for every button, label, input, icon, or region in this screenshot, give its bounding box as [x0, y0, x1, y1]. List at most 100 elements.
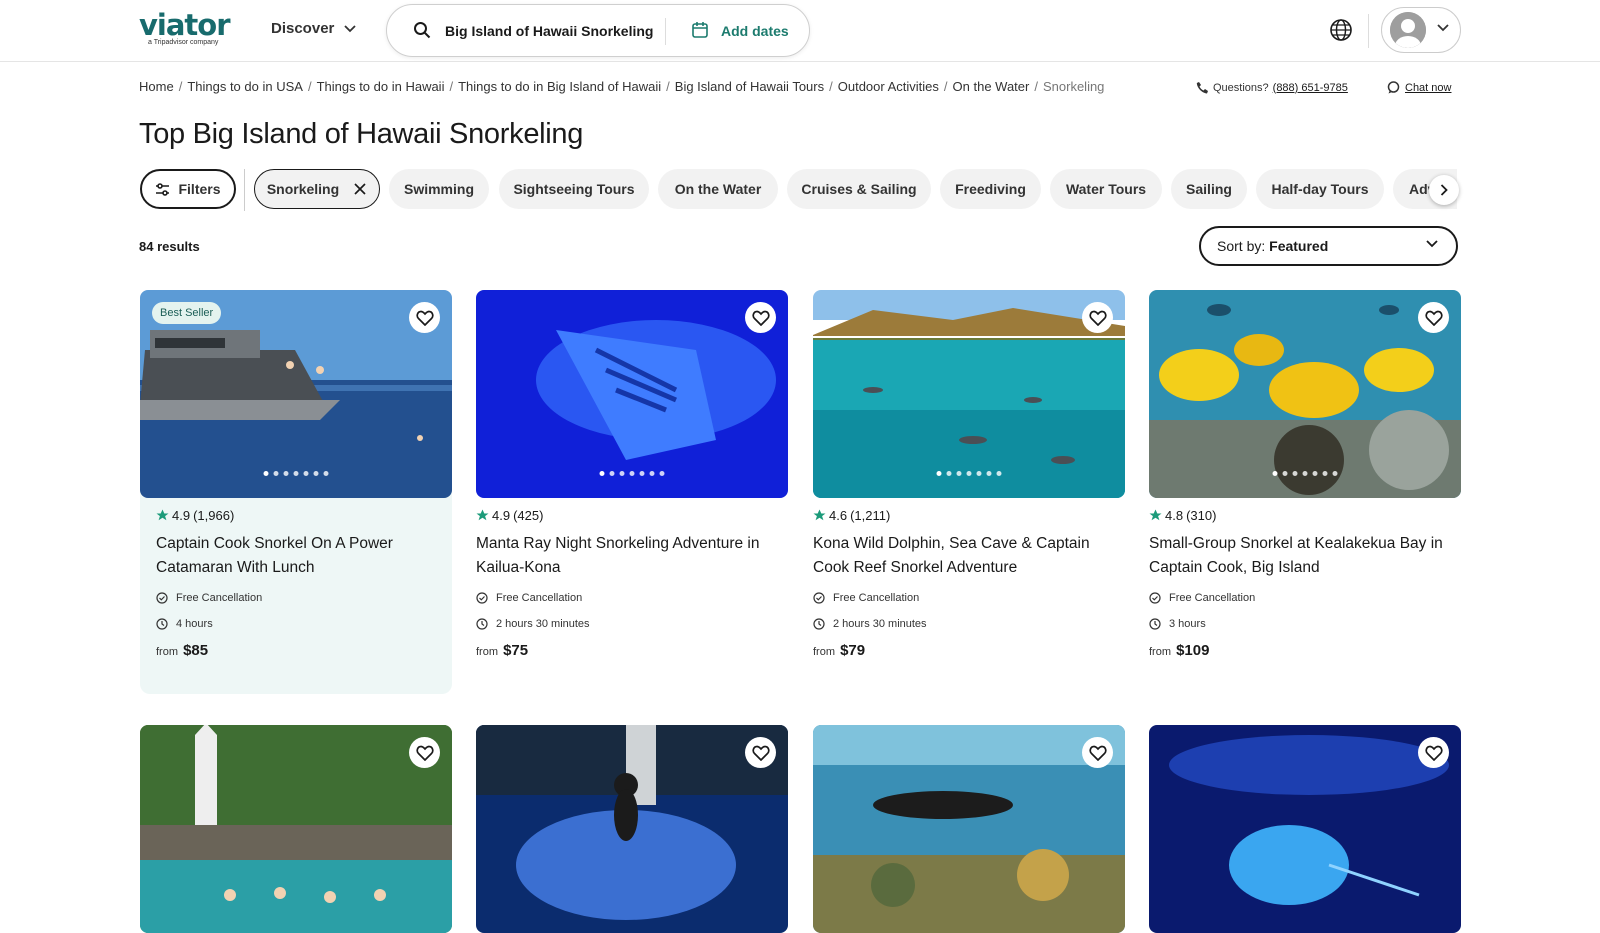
card-rating: 4.9 (425): [476, 508, 543, 523]
card-rating: 4.6 (1,211): [813, 508, 890, 523]
free-cancellation: Free Cancellation: [1149, 592, 1255, 604]
heart-icon[interactable]: [409, 737, 440, 768]
card-image[interactable]: Best Seller: [140, 290, 452, 498]
chip-label: Sailing: [1186, 181, 1232, 197]
card-title[interactable]: Small-Group Snorkel at Kealakekua Bay in…: [1149, 532, 1449, 580]
review-count: (310): [1186, 508, 1217, 523]
card-image[interactable]: [476, 290, 788, 498]
card-image[interactable]: [476, 725, 788, 933]
chevron-right-icon: [1440, 184, 1448, 196]
duration: 2 hours 30 minutes: [813, 618, 927, 630]
star-icon: [1149, 509, 1162, 521]
search-icon: [414, 22, 431, 39]
duration: 4 hours: [156, 618, 213, 630]
search-input[interactable]: Big Island of Hawaii Snorkeling: [445, 23, 653, 39]
carousel-dots: [1272, 471, 1338, 476]
chip-half-day-tours[interactable]: Half-day Tours: [1256, 169, 1384, 209]
card-rating: 4.9 (1,966): [156, 508, 234, 523]
card-image[interactable]: [813, 290, 1125, 498]
heart-icon[interactable]: [745, 302, 776, 333]
account-menu[interactable]: [1381, 7, 1461, 53]
heart-icon[interactable]: [1082, 302, 1113, 333]
duration: 2 hours 30 minutes: [476, 618, 590, 630]
check-circle-icon: [156, 592, 168, 604]
breadcrumb-hawaii[interactable]: Things to do in Hawaii: [317, 79, 445, 94]
search-divider: [665, 18, 666, 45]
chip-swimming[interactable]: Swimming: [389, 169, 489, 209]
price-value: $75: [503, 642, 529, 659]
clock-icon: [476, 618, 488, 630]
free-cancellation: Free Cancellation: [476, 592, 582, 604]
chip-snorkeling[interactable]: Snorkeling: [254, 169, 380, 209]
sort-value: Featured: [1269, 238, 1329, 254]
review-count: (1,211): [850, 508, 891, 523]
close-icon[interactable]: [353, 182, 367, 196]
heart-icon[interactable]: [1418, 737, 1449, 768]
breadcrumb-tours[interactable]: Big Island of Hawaii Tours: [675, 79, 824, 94]
carousel-dots: [936, 471, 1002, 476]
search-bar[interactable]: Big Island of Hawaii Snorkeling Add date…: [386, 4, 810, 57]
card-image[interactable]: [1149, 290, 1461, 498]
breadcrumb-outdoor[interactable]: Outdoor Activities: [838, 79, 939, 94]
avatar: [1390, 12, 1426, 48]
chip-label: Water Tours: [1065, 181, 1147, 197]
card-image[interactable]: [140, 725, 452, 933]
sort-dropdown[interactable]: Sort by: Featured: [1199, 226, 1458, 266]
filter-icon: [156, 182, 170, 196]
filters-button[interactable]: Filters: [140, 169, 236, 209]
discover-menu[interactable]: Discover: [271, 20, 357, 37]
star-icon: [156, 509, 169, 521]
chip-label: Snorkeling: [266, 181, 340, 197]
chip-freediving[interactable]: Freediving: [940, 169, 1041, 209]
heart-icon[interactable]: [1082, 737, 1113, 768]
star-icon: [813, 509, 826, 521]
review-count: (425): [513, 508, 544, 523]
chevron-down-icon: [1437, 24, 1449, 32]
chat-icon: [1387, 81, 1400, 94]
chip-sailing[interactable]: Sailing: [1171, 169, 1247, 209]
clock-icon: [1149, 618, 1161, 630]
chip-label: Sightseeing Tours: [513, 181, 635, 197]
breadcrumb: Home / Things to do in USA / Things to do …: [139, 79, 1105, 94]
chip-water-tours[interactable]: Water Tours: [1050, 169, 1162, 209]
breadcrumb-on-the-water[interactable]: On the Water: [953, 79, 1030, 94]
filter-chips: Filters Snorkeling Swimming Sightseeing …: [139, 169, 1457, 211]
product-card[interactable]: Best Seller 4.9 (1,966) Captain Cook Sno…: [140, 290, 452, 694]
add-dates-button[interactable]: Add dates: [721, 23, 789, 39]
best-seller-badge: Best Seller: [152, 302, 222, 324]
chips-next-button[interactable]: [1429, 175, 1459, 205]
card-title[interactable]: Captain Cook Snorkel On A Power Catamara…: [156, 532, 456, 580]
card-price: from $75: [476, 642, 529, 659]
chip-label: Freediving: [955, 181, 1026, 197]
globe-icon[interactable]: [1329, 18, 1353, 42]
help-contact: Questions? (888) 651-9785: [1196, 81, 1348, 94]
rating-value: 4.9: [172, 508, 191, 523]
heart-icon[interactable]: [1418, 302, 1449, 333]
phone-link[interactable]: (888) 651-9785: [1273, 82, 1348, 94]
breadcrumb-usa[interactable]: Things to do in USA: [187, 79, 303, 94]
top-navigation: viator a Tripadvisor company Discover Bi…: [0, 0, 1600, 62]
chat-now-link[interactable]: Chat now: [1387, 81, 1451, 94]
price-value: $109: [1176, 642, 1210, 659]
card-image[interactable]: [1149, 725, 1461, 933]
breadcrumb-big-island[interactable]: Things to do in Big Island of Hawaii: [458, 79, 661, 94]
breadcrumb-home[interactable]: Home: [139, 79, 174, 94]
chip-cruises-sailing[interactable]: Cruises & Sailing: [787, 169, 931, 209]
rating-value: 4.8: [1165, 508, 1184, 523]
card-title[interactable]: Kona Wild Dolphin, Sea Cave & Captain Co…: [813, 532, 1113, 580]
card-image[interactable]: [813, 725, 1125, 933]
chip-sightseeing-tours[interactable]: Sightseeing Tours: [499, 169, 649, 209]
rating-value: 4.6: [829, 508, 848, 523]
rating-value: 4.9: [492, 508, 511, 523]
chip-label: On the Water: [674, 181, 762, 197]
duration: 3 hours: [1149, 618, 1206, 630]
check-circle-icon: [1149, 592, 1161, 604]
viator-logo[interactable]: viator a Tripadvisor company: [139, 10, 243, 50]
clock-icon: [156, 618, 168, 630]
heart-icon[interactable]: [409, 302, 440, 333]
chip-on-the-water[interactable]: On the Water: [658, 169, 778, 209]
heart-icon[interactable]: [745, 737, 776, 768]
free-cancellation: Free Cancellation: [156, 592, 262, 604]
card-title[interactable]: Manta Ray Night Snorkeling Adventure in …: [476, 532, 776, 580]
results-count: 84 results: [139, 239, 200, 254]
